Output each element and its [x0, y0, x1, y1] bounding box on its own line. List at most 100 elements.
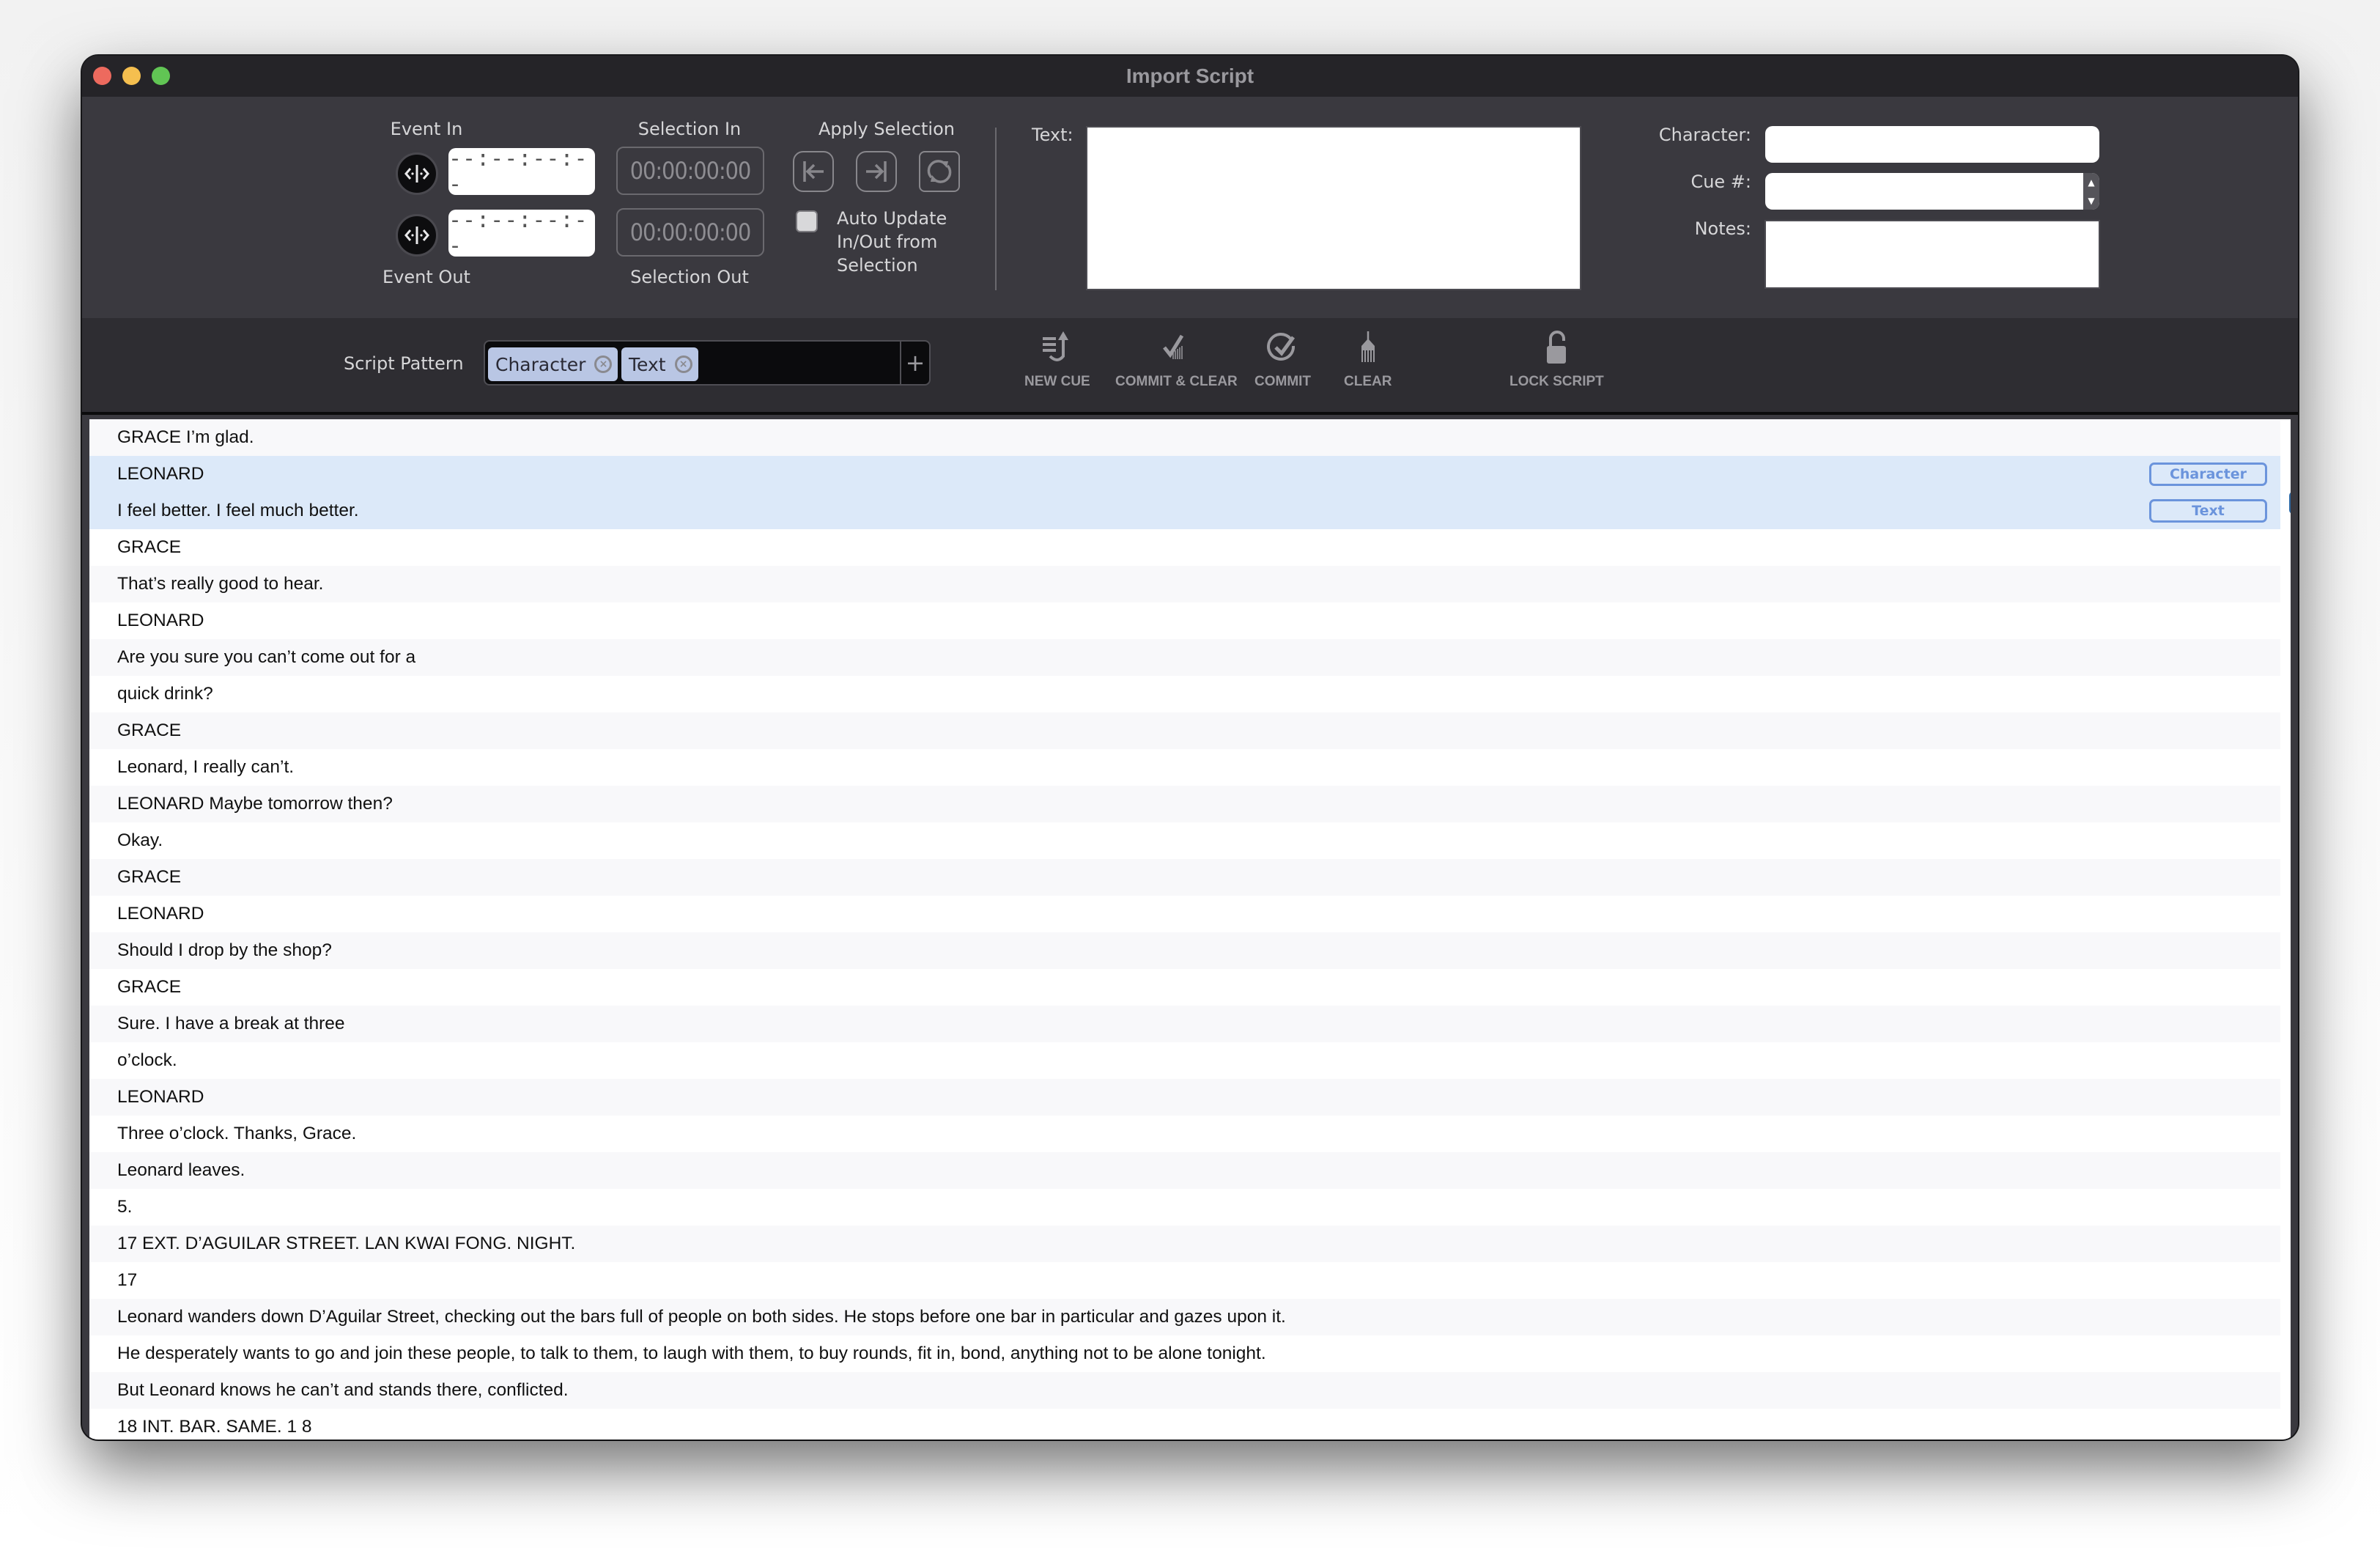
apply-selection-in-button[interactable] — [793, 151, 834, 192]
script-row[interactable]: But Leonard knows he can’t and stands th… — [89, 1372, 2280, 1409]
scrollbar-track[interactable] — [2280, 419, 2291, 1440]
script-row-text: GRACE — [117, 867, 182, 887]
script-pattern-field[interactable]: Character × Text × + — [484, 340, 931, 386]
script-row[interactable]: Three o’clock. Thanks, Grace. — [89, 1116, 2280, 1152]
toolbar: Script Pattern Character × Text × + NEW … — [82, 318, 2298, 415]
script-row[interactable]: LEONARD Character — [89, 456, 2280, 493]
script-row-text: Okay. — [117, 830, 163, 850]
script-row[interactable]: LEONARD — [89, 602, 2280, 639]
script-row[interactable]: GRACE — [89, 529, 2280, 566]
apply-selection-both-button[interactable] — [919, 151, 960, 192]
clear-label: CLEAR — [1344, 374, 1392, 389]
event-in-field[interactable]: --:--:--:-- — [448, 146, 595, 197]
stepper-up-icon[interactable]: ▲ — [2088, 177, 2094, 188]
cue-number-label: Cue #: — [1690, 172, 1751, 192]
jog-event-in-button[interactable] — [396, 152, 438, 195]
script-row[interactable]: 17 EXT. D’AGUILAR STREET. LAN KWAI FONG.… — [89, 1226, 2280, 1262]
event-out-field[interactable]: --:--:--:-- — [448, 207, 595, 259]
apply-selection-label: Apply Selection — [818, 119, 955, 139]
cue-number-field[interactable] — [1765, 173, 2099, 210]
add-pattern-button[interactable]: + — [901, 342, 929, 384]
jog-icon — [404, 226, 429, 244]
commit-and-clear-button[interactable]: COMMIT & CLEAR — [1115, 330, 1238, 390]
script-row-text: I feel better. I feel much better. — [117, 501, 359, 520]
script-list[interactable]: 18 INT. BAR. SAME. 1 8 But Leonard knows … — [89, 419, 2291, 1440]
script-row[interactable]: I feel better. I feel much better. Text — [89, 493, 2280, 529]
script-row[interactable]: Are you sure you can’t come out for a — [89, 639, 2280, 676]
script-row[interactable]: Sure. I have a break at three — [89, 1006, 2280, 1042]
script-row[interactable]: Okay. — [89, 822, 2280, 859]
script-row[interactable]: Leonard wanders down D’Aguilar Street, c… — [89, 1299, 2280, 1335]
script-row-text: Sure. I have a break at three — [117, 1014, 345, 1033]
import-script-window: Import Script Event In --:--:--:-- --:--… — [82, 56, 2298, 1440]
jog-event-out-button[interactable] — [396, 214, 438, 257]
stepper-down-icon[interactable]: ▼ — [2088, 196, 2094, 206]
broom-icon — [1361, 331, 1375, 362]
script-row-text: He desperately wants to go and join thes… — [117, 1344, 1266, 1363]
remove-chip-icon[interactable]: × — [674, 355, 692, 373]
row-type-tag[interactable]: Character — [2149, 462, 2267, 486]
auto-update-checkbox[interactable] — [796, 210, 818, 232]
script-row[interactable]: GRACE I’m glad. — [89, 419, 2280, 456]
script-row[interactable]: Leonard leaves. — [89, 1152, 2280, 1189]
character-field[interactable] — [1765, 126, 2099, 163]
new-cue-icon — [1042, 331, 1068, 361]
script-row[interactable]: LEONARD — [89, 1079, 2280, 1116]
apply-selection-out-button[interactable] — [856, 151, 897, 192]
notes-field[interactable] — [1764, 220, 2100, 289]
script-row-text: LEONARD — [117, 1087, 204, 1107]
scrollbar-thumb[interactable] — [2289, 492, 2291, 514]
jog-icon — [404, 165, 429, 183]
header-divider — [995, 128, 997, 290]
remove-chip-icon[interactable]: × — [594, 355, 613, 373]
notes-label: Notes: — [1694, 218, 1751, 239]
script-row[interactable]: LEONARD Maybe tomorrow then? — [89, 786, 2280, 822]
script-row-text: GRACE — [117, 537, 182, 557]
selection-in-label: Selection In — [638, 119, 742, 139]
script-row-text: GRACE — [117, 720, 182, 740]
title-bar: Import Script — [82, 56, 2298, 97]
script-pattern-label: Script Pattern — [344, 353, 464, 374]
script-row[interactable]: GRACE — [89, 859, 2280, 896]
row-type-tag[interactable]: Text — [2149, 499, 2267, 523]
script-row-text: Three o’clock. Thanks, Grace. — [117, 1124, 357, 1143]
clear-button[interactable]: CLEAR — [1344, 330, 1392, 390]
new-cue-label: NEW CUE — [1024, 374, 1090, 389]
script-row[interactable]: GRACE — [89, 969, 2280, 1006]
commit-and-clear-label: COMMIT & CLEAR — [1115, 374, 1238, 389]
script-row[interactable]: He desperately wants to go and join thes… — [89, 1335, 2280, 1372]
script-row[interactable]: Leonard, I really can’t. — [89, 749, 2280, 786]
unlocked-padlock-icon — [1547, 331, 1567, 364]
text-field[interactable] — [1086, 126, 1581, 290]
selection-in-field: 00:00:00:00 — [616, 147, 764, 195]
script-row[interactable]: LEONARD — [89, 896, 2280, 932]
new-cue-button[interactable]: NEW CUE — [1024, 330, 1090, 390]
selection-out-label: Selection Out — [630, 267, 749, 287]
script-row-text: Leonard leaves. — [117, 1160, 245, 1180]
refresh-icon — [927, 160, 952, 183]
script-row[interactable]: 5. — [89, 1189, 2280, 1226]
script-row[interactable]: GRACE — [89, 712, 2280, 749]
cue-number-stepper[interactable]: ▲ ▼ — [2083, 173, 2099, 210]
chip-label: Character — [495, 353, 586, 375]
script-row-text: 17 EXT. D’AGUILAR STREET. LAN KWAI FONG.… — [117, 1234, 576, 1253]
auto-update-label-line3: Selection — [837, 255, 918, 276]
script-row[interactable]: 18 INT. BAR. SAME. 1 8 — [89, 1409, 2280, 1440]
commit-button[interactable]: COMMIT — [1254, 330, 1311, 390]
script-row[interactable]: Should I drop by the shop? — [89, 932, 2280, 969]
script-row-text: Are you sure you can’t come out for a — [117, 647, 416, 667]
script-row[interactable]: 17 — [89, 1262, 2280, 1299]
character-label: Character: — [1658, 125, 1751, 145]
cue-editor-panel: Event In --:--:--:-- --:--:--:-- Event O… — [82, 97, 2298, 318]
script-row-text: 5. — [117, 1197, 133, 1217]
script-row-text: Leonard, I really can’t. — [117, 757, 295, 777]
script-row-text: o’clock. — [117, 1050, 177, 1070]
script-row[interactable]: quick drink? — [89, 676, 2280, 712]
script-row[interactable]: o’clock. — [89, 1042, 2280, 1079]
pattern-chip-text[interactable]: Text × — [621, 347, 698, 381]
script-row-text: quick drink? — [117, 684, 213, 704]
pattern-chip-character[interactable]: Character × — [488, 347, 618, 381]
script-row[interactable]: That’s really good to hear. — [89, 566, 2280, 602]
apply-out-icon — [866, 161, 887, 182]
lock-script-button[interactable]: LOCK SCRIPT — [1509, 330, 1604, 390]
